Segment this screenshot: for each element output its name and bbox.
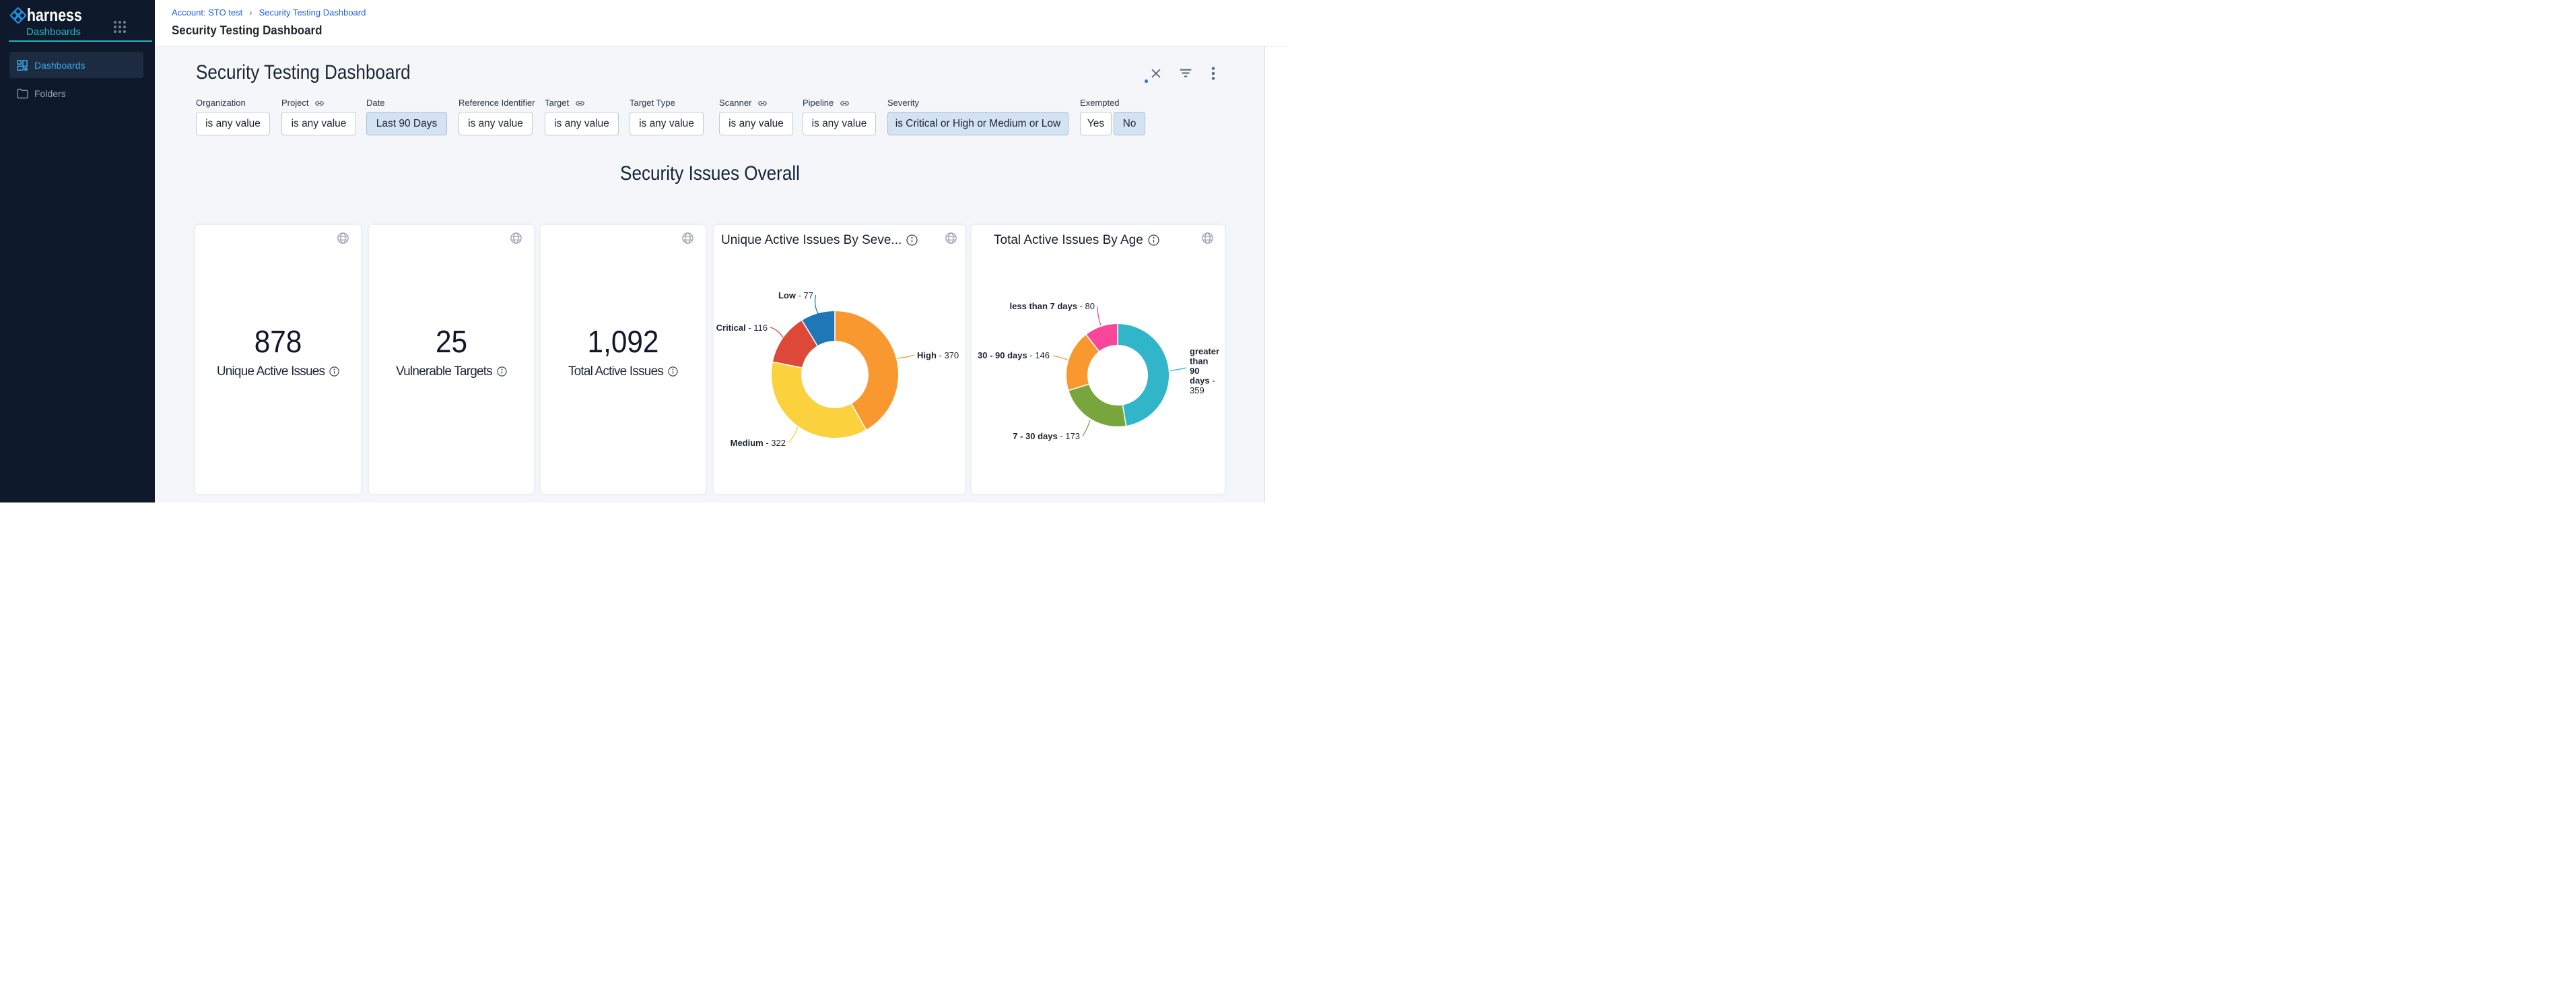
svg-text:30 - 90 days - 146: 30 - 90 days - 146	[978, 350, 1050, 360]
svg-text:than: than	[1190, 356, 1209, 366]
svg-text:Critical - 116: Critical - 116	[716, 323, 768, 333]
svg-text:greater: greater	[1190, 346, 1219, 356]
svg-text:7 - 30 days - 173: 7 - 30 days - 173	[1013, 431, 1080, 441]
svg-text:359: 359	[1190, 385, 1205, 395]
svg-text:Low - 77: Low - 77	[778, 290, 813, 300]
svg-text:90: 90	[1190, 366, 1199, 376]
svg-text:Medium - 322: Medium - 322	[731, 438, 786, 448]
svg-text:less than 7 days - 80: less than 7 days - 80	[1010, 301, 1095, 311]
svg-text:High - 370: High - 370	[917, 350, 959, 360]
svg-text:days -: days -	[1190, 376, 1215, 386]
